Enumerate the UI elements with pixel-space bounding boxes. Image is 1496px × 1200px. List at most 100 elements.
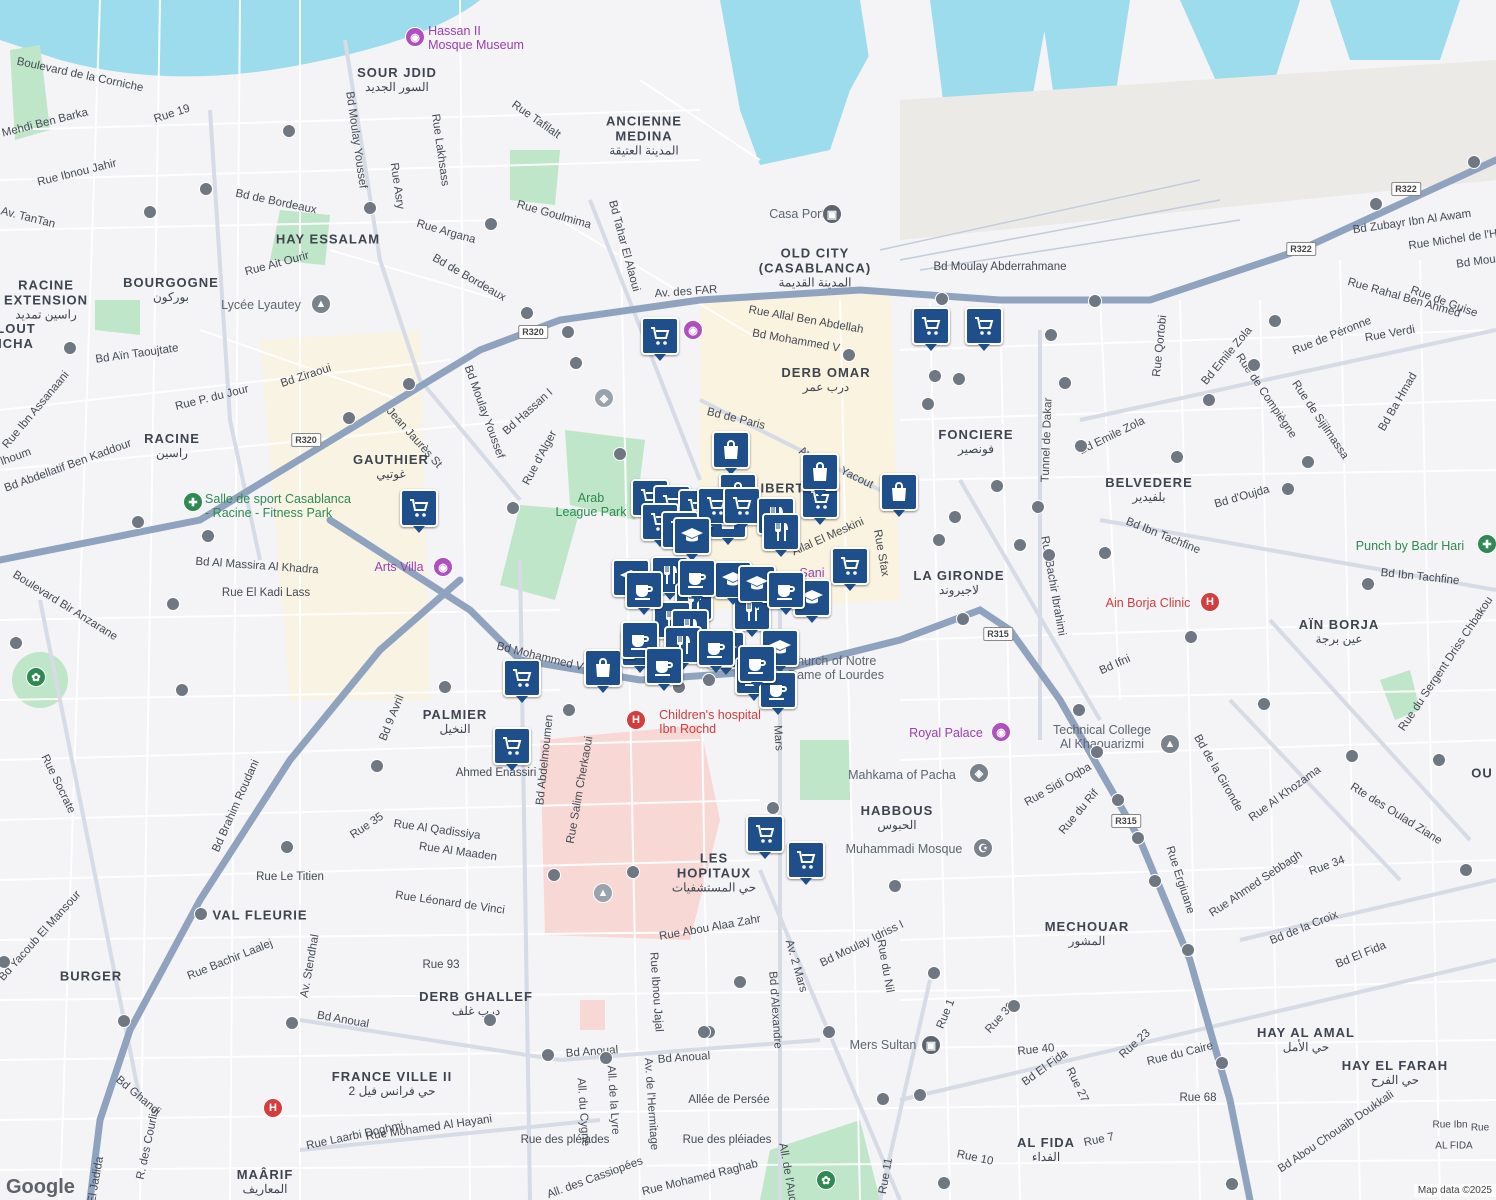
- bus-stop-icon[interactable]: [1148, 874, 1162, 888]
- bus-stop-icon[interactable]: [1031, 500, 1045, 514]
- graduation-cap-marker[interactable]: [673, 517, 711, 561]
- coffee-cup-marker[interactable]: [697, 629, 735, 673]
- bus-stop-icon[interactable]: [935, 292, 949, 306]
- bus-stop-icon[interactable]: [1111, 793, 1125, 807]
- bus-stop-icon[interactable]: [541, 1048, 555, 1062]
- bus-stop-icon[interactable]: [1184, 630, 1198, 644]
- mosque-icon[interactable]: ☪: [973, 838, 993, 858]
- bus-stop-icon[interactable]: [569, 356, 583, 370]
- bus-stop-icon[interactable]: [280, 840, 294, 854]
- poi-label[interactable]: Arab League Park: [556, 491, 627, 519]
- bus-stop-icon[interactable]: [1074, 439, 1088, 453]
- bus-stop-icon[interactable]: [370, 759, 384, 773]
- museum-icon[interactable]: ◉: [405, 27, 425, 47]
- poi-label[interactable]: Muhammadi Mosque: [846, 842, 963, 856]
- bus-stop-icon[interactable]: [876, 1092, 890, 1106]
- bus-stop-icon[interactable]: [766, 801, 780, 815]
- bus-stop-icon[interactable]: [1281, 482, 1295, 496]
- bus-stop-icon[interactable]: [117, 1014, 131, 1028]
- bus-stop-icon[interactable]: [932, 533, 946, 547]
- bus-stop-icon[interactable]: [342, 411, 356, 425]
- coffee-cup-marker[interactable]: [625, 571, 663, 615]
- bus-stop-icon[interactable]: [990, 479, 1004, 493]
- bus-stop-icon[interactable]: [166, 597, 180, 611]
- landmark-icon[interactable]: ◈: [969, 763, 989, 783]
- fitness-icon[interactable]: ✚: [1477, 534, 1496, 554]
- poi-label[interactable]: Hassan II Mosque Museum: [428, 24, 524, 52]
- poi-label[interactable]: Mahkama of Pacha: [848, 768, 956, 782]
- museum-icon[interactable]: ◉: [991, 722, 1011, 742]
- bus-stop-icon[interactable]: [1170, 450, 1184, 464]
- bus-stop-icon[interactable]: [921, 397, 935, 411]
- graduation-cap-icon[interactable]: ▲: [593, 883, 613, 903]
- bus-stop-icon[interactable]: [888, 879, 902, 893]
- bus-stop-icon[interactable]: [63, 341, 77, 355]
- shopping-cart-marker[interactable]: [912, 307, 950, 351]
- bus-stop-icon[interactable]: [175, 683, 189, 697]
- poi-label[interactable]: Lycée Lyautey: [221, 298, 301, 312]
- bus-stop-icon[interactable]: [613, 447, 627, 461]
- poi-label[interactable]: Punch by Badr Hari: [1356, 539, 1464, 553]
- bus-stop-icon[interactable]: [1369, 197, 1383, 211]
- park-icon[interactable]: ✿: [26, 667, 46, 687]
- bus-stop-icon[interactable]: [285, 1016, 299, 1030]
- fitness-icon[interactable]: ✚: [183, 492, 203, 512]
- bus-stop-icon[interactable]: [1088, 294, 1102, 308]
- bus-stop-icon[interactable]: [402, 377, 416, 391]
- bus-stop-icon[interactable]: [520, 306, 534, 320]
- bus-stop-icon[interactable]: [599, 1051, 613, 1065]
- coffee-cup-marker[interactable]: [767, 571, 805, 615]
- bus-stop-icon[interactable]: [626, 865, 640, 879]
- hospital-icon[interactable]: H: [626, 710, 646, 730]
- shopping-cart-marker[interactable]: [831, 547, 869, 591]
- bus-stop-icon[interactable]: [733, 975, 747, 989]
- bus-stop-icon[interactable]: [1013, 538, 1027, 552]
- bus-stop-icon[interactable]: [1467, 155, 1481, 169]
- bus-stop-icon[interactable]: [1345, 749, 1359, 763]
- coffee-cup-marker[interactable]: [738, 645, 776, 689]
- bus-stop-icon[interactable]: [143, 205, 157, 219]
- coffee-cup-marker[interactable]: [678, 559, 716, 603]
- bus-stop-icon[interactable]: [1215, 1056, 1229, 1070]
- bus-stop-icon[interactable]: [484, 217, 498, 231]
- bus-stop-icon[interactable]: [927, 966, 941, 980]
- bus-stop-icon[interactable]: [506, 501, 520, 515]
- bus-stop-icon[interactable]: [1042, 548, 1056, 562]
- bus-stop-icon[interactable]: [562, 703, 576, 717]
- bus-stop-icon[interactable]: [1361, 577, 1375, 591]
- shopping-cart-marker[interactable]: [723, 487, 761, 531]
- bus-stop-icon[interactable]: [702, 673, 716, 687]
- map-view[interactable]: R320 R320 R315 R315 R322 R322 SOUR JDID ا…: [0, 0, 1496, 1200]
- poi-label[interactable]: Ain Borja Clinic: [1106, 596, 1191, 610]
- bus-stop-icon[interactable]: [1131, 831, 1145, 845]
- coffee-cup-marker[interactable]: [645, 647, 683, 691]
- bus-stop-icon[interactable]: [1202, 393, 1216, 407]
- museum-icon[interactable]: ◉: [683, 320, 703, 340]
- landmark-icon[interactable]: ◈: [594, 388, 614, 408]
- bus-stop-icon[interactable]: [201, 529, 215, 543]
- hospital-icon[interactable]: H: [1200, 592, 1220, 612]
- shopping-bag-marker[interactable]: [880, 473, 918, 517]
- bus-stop-icon[interactable]: [913, 1088, 927, 1102]
- graduation-cap-icon[interactable]: ▲: [1160, 734, 1180, 754]
- map-attribution[interactable]: Map data ©2025: [1413, 1184, 1496, 1197]
- bus-stop-icon[interactable]: [948, 510, 962, 524]
- bus-stop-icon[interactable]: [1181, 943, 1195, 957]
- bus-stop-icon[interactable]: [1090, 745, 1104, 759]
- bus-stop-icon[interactable]: [194, 907, 208, 921]
- shopping-cart-marker[interactable]: [493, 727, 531, 771]
- bus-stop-icon[interactable]: [363, 201, 377, 215]
- poi-label[interactable]: Children's hospital Ibn Rochd: [659, 708, 761, 736]
- shopping-cart-marker[interactable]: [641, 317, 679, 361]
- park-icon[interactable]: ✿: [816, 1170, 836, 1190]
- shopping-bag-marker[interactable]: [584, 649, 622, 693]
- shopping-bag-marker[interactable]: [712, 431, 750, 475]
- shopping-cart-marker[interactable]: [787, 841, 825, 885]
- shopping-cart-marker[interactable]: [746, 815, 784, 859]
- bus-stop-icon[interactable]: [1225, 1177, 1239, 1191]
- bus-stop-icon[interactable]: [1459, 863, 1473, 877]
- bus-stop-icon[interactable]: [547, 868, 561, 882]
- bus-stop-icon[interactable]: [1257, 697, 1271, 711]
- bus-stop-icon[interactable]: [842, 348, 856, 362]
- bus-stop-icon[interactable]: [438, 680, 452, 694]
